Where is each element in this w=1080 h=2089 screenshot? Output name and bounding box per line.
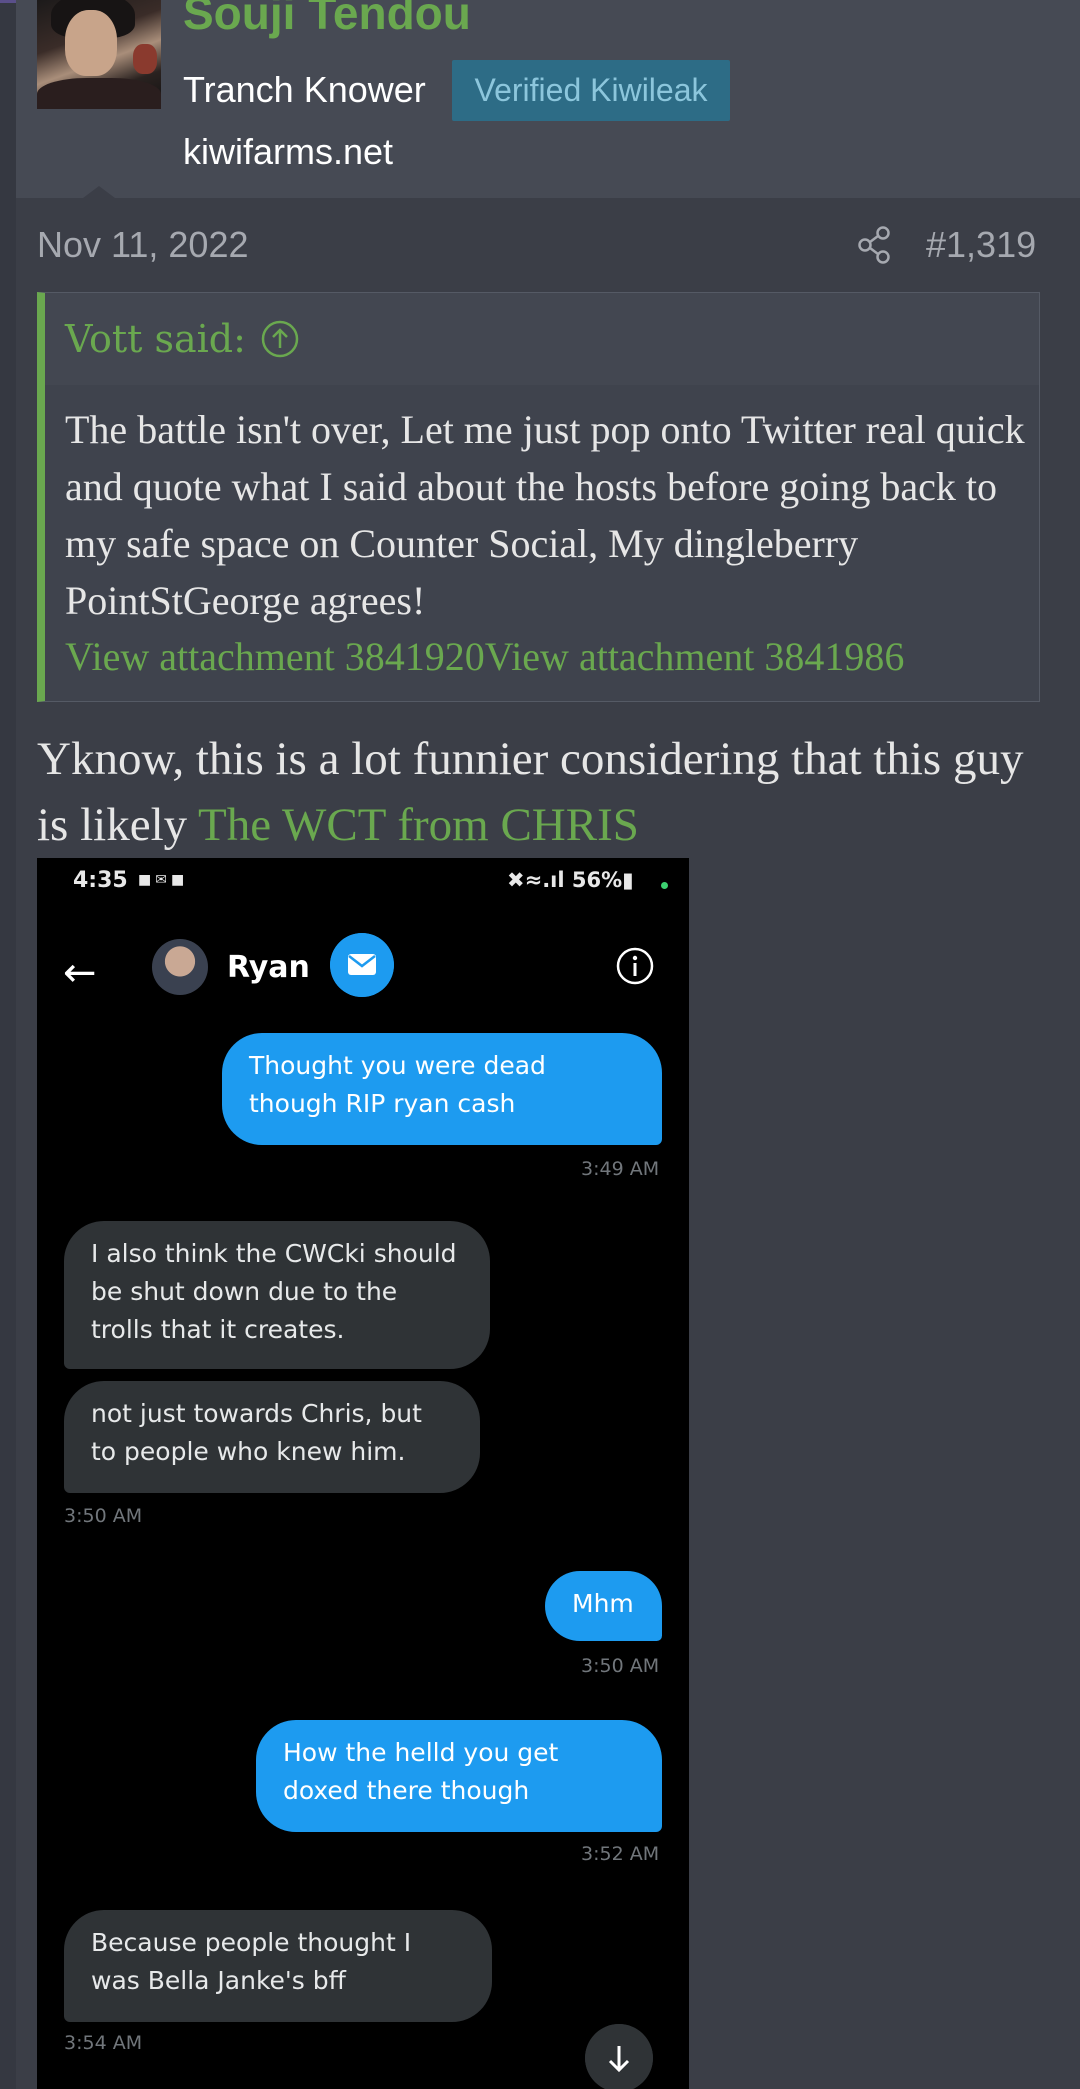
avatar-hand xyxy=(133,44,157,74)
back-arrow-icon: ← xyxy=(63,950,97,996)
post-body: Yknow, this is a lot funnier considering… xyxy=(37,726,1047,858)
quote-block: Vott said: The battle isn't over, Let me… xyxy=(37,292,1040,702)
quote-attachment-links[interactable]: View attachment 3841920View attachment 3… xyxy=(65,633,904,680)
user-site: kiwifarms.net xyxy=(183,131,394,172)
message-bubble: not just towards Chris, but to people wh… xyxy=(64,1381,480,1493)
username-link[interactable]: Souji Tendou xyxy=(183,0,471,40)
user-avatar[interactable] xyxy=(37,0,161,109)
quote-author-link[interactable]: Vott said: xyxy=(65,317,246,361)
post-body-link[interactable]: The WCT from CHRIS xyxy=(198,799,639,851)
info-icon xyxy=(616,947,654,985)
post-date-link[interactable]: Nov 11, 2022 xyxy=(37,224,248,266)
status-battery: ✖≈​.ıl 56%▮ xyxy=(507,868,634,892)
message-time: 3:49 AM xyxy=(581,1158,660,1180)
message-bubble: Mhm xyxy=(545,1571,662,1641)
notification-icons: ■✉■ xyxy=(138,872,189,888)
avatar-shoulder xyxy=(37,78,161,109)
chat-name: Ryan xyxy=(227,950,310,985)
battery-percent: 56% xyxy=(571,868,623,892)
message-bubble: I also think the CWCki should be shut do… xyxy=(64,1221,490,1369)
user-badge: Verified Kiwileak xyxy=(452,60,730,121)
user-title: Tranch Knower xyxy=(183,69,426,110)
quote-body: The battle isn't over, Let me just pop o… xyxy=(65,407,1025,623)
arrow-down-icon xyxy=(585,2024,653,2089)
user-block-caret xyxy=(83,186,115,198)
message-bubble: Thought you were dead though RIP ryan ca… xyxy=(222,1033,662,1145)
post-number-link[interactable]: #1,319 xyxy=(926,224,1036,266)
avatar-face xyxy=(65,10,117,76)
share-icon[interactable] xyxy=(856,225,892,265)
embedded-screenshot[interactable]: 4:35 ■✉■ ✖≈​.ıl 56%▮ ← Ryan Thought you … xyxy=(37,858,689,2089)
status-time: 4:35 xyxy=(73,868,128,893)
message-time: 3:52 AM xyxy=(581,1843,660,1865)
message-time: 3:50 AM xyxy=(581,1655,660,1677)
chat-avatar xyxy=(152,939,208,995)
message-time: 3:54 AM xyxy=(64,2032,143,2054)
status-dot xyxy=(661,882,668,889)
arrow-up-circle-icon[interactable] xyxy=(260,319,300,359)
message-bubble: How the helld you get doxed there though xyxy=(256,1720,662,1832)
message-bubble: Because people thought I was Bella Janke… xyxy=(64,1910,492,2022)
message-time: 3:50 AM xyxy=(64,1505,143,1527)
mail-icon xyxy=(330,933,394,997)
